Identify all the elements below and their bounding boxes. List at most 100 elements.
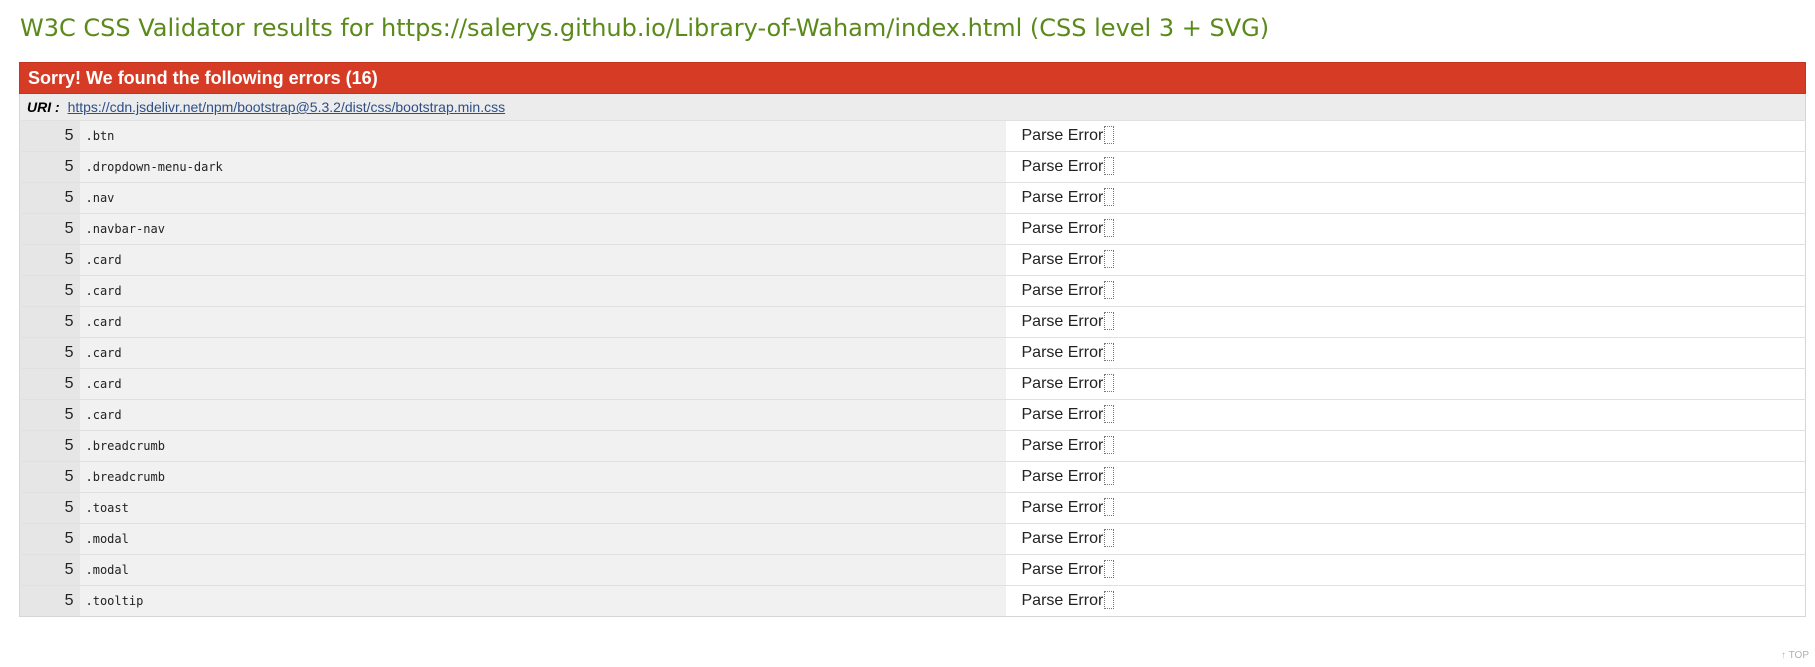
error-table: 5 .btn Parse Error 5 .dropdown-menu-dark Pars…: [19, 120, 1806, 617]
error-message: Parse Error: [1021, 220, 1104, 238]
error-line-number: 5: [19, 337, 80, 369]
missing-glyph-icon: [1104, 590, 1115, 609]
error-row: 5 .card Parse Error: [19, 244, 1806, 276]
error-message-cell: Parse Error: [1005, 461, 1806, 493]
error-message: Parse Error: [1021, 251, 1104, 269]
error-line-number: 5: [19, 554, 80, 586]
error-message-cell: Parse Error: [1005, 182, 1806, 214]
error-row: 5 .card Parse Error: [19, 399, 1806, 431]
uri-link[interactable]: https://cdn.jsdelivr.net/npm/bootstrap@5…: [68, 99, 506, 115]
error-line-number: 5: [19, 182, 80, 214]
missing-glyph-icon: [1104, 280, 1115, 299]
missing-glyph-icon: [1104, 497, 1115, 516]
error-message-cell: Parse Error: [1005, 306, 1806, 338]
error-message: Parse Error: [1021, 344, 1104, 362]
missing-glyph-icon: [1104, 156, 1115, 175]
error-context: .card: [79, 244, 1006, 276]
error-message-cell: Parse Error: [1005, 244, 1806, 276]
missing-glyph-icon: [1104, 249, 1115, 268]
error-message: Parse Error: [1021, 313, 1104, 331]
error-row: 5 .card Parse Error: [19, 306, 1806, 338]
error-line-number: 5: [19, 523, 80, 555]
error-line-number: 5: [19, 399, 80, 431]
error-message-cell: Parse Error: [1005, 523, 1806, 555]
error-row: 5 .breadcrumb Parse Error: [19, 461, 1806, 493]
error-message-cell: Parse Error: [1005, 120, 1806, 152]
error-context: .toast: [79, 492, 1006, 524]
error-row: 5 .nav Parse Error: [19, 182, 1806, 214]
error-row: 5 .tooltip Parse Error: [19, 585, 1806, 617]
error-context: .tooltip: [79, 585, 1006, 617]
error-line-number: 5: [19, 430, 80, 462]
missing-glyph-icon: [1104, 187, 1115, 206]
error-row: 5 .card Parse Error: [19, 275, 1806, 307]
missing-glyph-icon: [1104, 404, 1115, 423]
error-context: .card: [79, 368, 1006, 400]
missing-glyph-icon: [1104, 342, 1115, 361]
error-row: 5 .breadcrumb Parse Error: [19, 430, 1806, 462]
error-message: Parse Error: [1021, 375, 1104, 393]
error-context: .btn: [79, 120, 1006, 152]
error-row: 5 .modal Parse Error: [19, 523, 1806, 555]
page-title: W3C CSS Validator results for https://sa…: [20, 14, 1270, 42]
error-row: 5 .navbar-nav Parse Error: [19, 213, 1806, 245]
missing-glyph-icon: [1104, 125, 1115, 144]
error-message: Parse Error: [1021, 189, 1104, 207]
error-message: Parse Error: [1021, 530, 1104, 548]
error-message-cell: Parse Error: [1005, 213, 1806, 245]
missing-glyph-icon: [1104, 528, 1115, 547]
error-row: 5 .btn Parse Error: [19, 120, 1806, 152]
missing-glyph-icon: [1104, 373, 1115, 392]
error-row: 5 .modal Parse Error: [19, 554, 1806, 586]
missing-glyph-icon: [1104, 435, 1115, 454]
error-message: Parse Error: [1021, 158, 1104, 176]
error-message: Parse Error: [1021, 592, 1104, 610]
error-line-number: 5: [19, 275, 80, 307]
error-line-number: 5: [19, 213, 80, 245]
error-message: Parse Error: [1021, 561, 1104, 579]
error-message: Parse Error: [1021, 127, 1104, 145]
error-line-number: 5: [19, 461, 80, 493]
error-line-number: 5: [19, 306, 80, 338]
error-section: Sorry! We found the following errors (16…: [19, 62, 1806, 617]
missing-glyph-icon: [1104, 466, 1115, 485]
error-line-number: 5: [19, 585, 80, 617]
error-message-cell: Parse Error: [1005, 368, 1806, 400]
error-line-number: 5: [19, 151, 80, 183]
error-row: 5 .dropdown-menu-dark Parse Error: [19, 151, 1806, 183]
error-context: .breadcrumb: [79, 430, 1006, 462]
error-context: .navbar-nav: [79, 213, 1006, 245]
error-message-cell: Parse Error: [1005, 492, 1806, 524]
error-context: .breadcrumb: [79, 461, 1006, 493]
error-context: .modal: [79, 523, 1006, 555]
missing-glyph-icon: [1104, 311, 1115, 330]
error-message: Parse Error: [1021, 406, 1104, 424]
back-to-top-link[interactable]: ↑ TOP: [1781, 650, 1809, 661]
error-context: .dropdown-menu-dark: [79, 151, 1006, 183]
error-message-cell: Parse Error: [1005, 275, 1806, 307]
missing-glyph-icon: [1104, 218, 1115, 237]
error-context: .card: [79, 306, 1006, 338]
error-message: Parse Error: [1021, 437, 1104, 455]
error-context: .card: [79, 399, 1006, 431]
error-message-cell: Parse Error: [1005, 585, 1806, 617]
error-message: Parse Error: [1021, 282, 1104, 300]
error-message-cell: Parse Error: [1005, 337, 1806, 369]
error-message-cell: Parse Error: [1005, 399, 1806, 431]
error-context: .nav: [79, 182, 1006, 214]
error-context: .modal: [79, 554, 1006, 586]
error-context: .card: [79, 337, 1006, 369]
uri-label: URI :: [27, 99, 60, 115]
error-line-number: 5: [19, 120, 80, 152]
error-message: Parse Error: [1021, 468, 1104, 486]
missing-glyph-icon: [1104, 559, 1115, 578]
error-message-cell: Parse Error: [1005, 430, 1806, 462]
uri-row: URI : https://cdn.jsdelivr.net/npm/boots…: [19, 94, 1806, 120]
error-message-cell: Parse Error: [1005, 554, 1806, 586]
error-row: 5 .toast Parse Error: [19, 492, 1806, 524]
error-line-number: 5: [19, 492, 80, 524]
error-row: 5 .card Parse Error: [19, 337, 1806, 369]
error-message: Parse Error: [1021, 499, 1104, 517]
error-context: .card: [79, 275, 1006, 307]
error-row: 5 .card Parse Error: [19, 368, 1806, 400]
